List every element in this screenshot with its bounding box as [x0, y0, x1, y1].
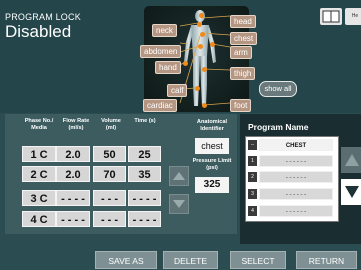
time-cell-2[interactable]: 35: [128, 166, 161, 182]
hand-marker[interactable]: [183, 61, 188, 66]
manual-book-button[interactable]: [320, 8, 342, 25]
chest-marker[interactable]: [200, 32, 205, 37]
col-header-flow: Flow Rate (ml/s): [62, 118, 90, 131]
save-as-button[interactable]: SAVE AS: [95, 251, 157, 269]
phase-up-button[interactable]: [169, 166, 189, 186]
col-header-volume: Volume (ml): [101, 118, 121, 131]
volume-cell-1[interactable]: 50: [93, 146, 126, 162]
volume-cell-4[interactable]: - - -: [93, 211, 126, 227]
abdomen-marker[interactable]: [198, 44, 203, 49]
flow-cell-3[interactable]: - - - -: [56, 190, 90, 206]
triangle-up-icon: [345, 154, 359, 166]
phase-cell-2[interactable]: 2 C: [22, 166, 56, 182]
phase-cell-3[interactable]: 3 C: [22, 190, 56, 206]
delete-button[interactable]: DELETE: [163, 251, 218, 269]
volume-cell-3[interactable]: - - -: [93, 190, 126, 206]
thigh-marker[interactable]: [202, 67, 207, 72]
anatomical-identifier-label: Anatomical Identifier: [196, 119, 228, 132]
program-row-name[interactable]: - - - - - -: [259, 188, 333, 200]
calf-marker[interactable]: [195, 86, 200, 91]
program-row-number: 4: [248, 206, 257, 216]
neck-marker[interactable]: [197, 22, 202, 27]
program-row-number: 3: [248, 189, 257, 199]
program-lock-state[interactable]: Disabled: [5, 22, 71, 42]
help-button[interactable]: He: [345, 8, 361, 25]
program-row-name[interactable]: CHEST: [259, 139, 333, 151]
return-button[interactable]: RETURN: [296, 251, 357, 269]
anatomy-label-neck[interactable]: neck: [152, 24, 177, 37]
program-row-number: 2: [248, 172, 257, 182]
triangle-down-icon: [345, 186, 359, 198]
triangle-up-icon: [173, 172, 185, 180]
col-header-phase: Phase No./ Media: [24, 118, 54, 131]
anatomy-label-abdomen[interactable]: abdomen: [140, 45, 182, 58]
col-header-time: Time (s): [134, 118, 156, 124]
volume-cell-2[interactable]: 70: [93, 166, 126, 182]
select-button[interactable]: SELECT: [230, 251, 286, 269]
anatomy-label-thigh[interactable]: thigh: [230, 67, 256, 80]
program-list: -- CHEST 1 - - - - - - 2 - - - - - - 3 -…: [245, 136, 339, 222]
anatomical-identifier-value[interactable]: chest: [195, 138, 229, 154]
pressure-limit-label: Pressure Limit (psi): [192, 158, 232, 171]
anatomy-label-cardiac[interactable]: cardiac: [143, 99, 177, 112]
anatomy-label-calf[interactable]: calf: [167, 84, 188, 97]
book-icon: [322, 10, 340, 23]
time-cell-1[interactable]: 25: [128, 146, 161, 162]
program-scroll-up-button[interactable]: [341, 147, 361, 173]
program-row-number: --: [248, 140, 257, 150]
program-row-name[interactable]: - - - - - -: [259, 171, 333, 183]
flow-cell-4[interactable]: - - - -: [56, 211, 90, 227]
head-marker[interactable]: [199, 13, 204, 18]
flow-cell-2[interactable]: 2.0: [56, 166, 90, 182]
flow-cell-1[interactable]: 2.0: [56, 146, 90, 162]
foot-marker[interactable]: [202, 103, 207, 108]
anatomy-label-arm[interactable]: arm: [230, 46, 252, 59]
program-row-name[interactable]: - - - - - -: [259, 155, 333, 167]
time-cell-4[interactable]: - - - -: [128, 211, 161, 227]
anatomy-label-chest[interactable]: chest: [230, 32, 258, 45]
program-name-header: Program Name: [248, 122, 309, 132]
program-row-number: 1: [248, 156, 257, 166]
triangle-down-icon: [173, 200, 185, 208]
phase-down-button[interactable]: [169, 194, 189, 214]
anatomy-label-foot[interactable]: foot: [230, 99, 252, 112]
anatomy-label-head[interactable]: head: [230, 15, 256, 28]
program-row-name[interactable]: - - - - - -: [259, 205, 333, 217]
show-all-button[interactable]: show all: [259, 81, 297, 97]
program-lock-label: PROGRAM LOCK: [5, 12, 81, 22]
program-scroll-down-button[interactable]: [341, 179, 361, 205]
anatomy-panel: head neck chest abdomen arm hand thigh c…: [140, 6, 258, 112]
phase-cell-1[interactable]: 1 C: [22, 146, 56, 162]
anatomy-label-hand[interactable]: hand: [155, 61, 181, 74]
pressure-limit-value[interactable]: 325: [195, 177, 229, 193]
phase-cell-4[interactable]: 4 C: [22, 211, 56, 227]
arm-marker[interactable]: [210, 42, 215, 47]
time-cell-3[interactable]: - - - -: [128, 190, 161, 206]
